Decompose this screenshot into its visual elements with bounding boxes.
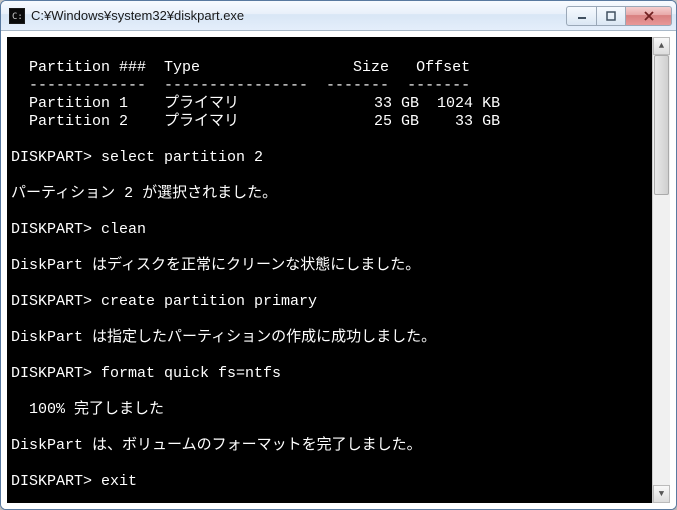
console-line: ------------- ---------------- ------- -…: [11, 77, 652, 95]
console-line: DISKPART> create partition primary: [11, 293, 652, 311]
scroll-thumb[interactable]: [654, 55, 669, 195]
console-line: [11, 167, 652, 185]
console-line: [11, 455, 652, 473]
console-line: DISKPART> exit: [11, 473, 652, 491]
console-line: [11, 347, 652, 365]
console-line: Partition ### Type Size Offset: [11, 59, 652, 77]
console-line: Partition 2 プライマリ 25 GB 33 GB: [11, 113, 652, 131]
console-line: [11, 275, 652, 293]
console-line: DISKPART> select partition 2: [11, 149, 652, 167]
svg-text:C:: C:: [12, 12, 23, 22]
console-line: パーティション 2 が選択されました。: [11, 185, 652, 203]
window-controls: [566, 6, 672, 26]
scroll-up-button[interactable]: ▲: [653, 37, 670, 55]
console-line: DiskPart はディスクを正常にクリーンな状態にしました。: [11, 257, 652, 275]
console-output[interactable]: Partition ### Type Size Offset ---------…: [7, 37, 652, 503]
console-line: 100% 完了しました: [11, 401, 652, 419]
console-icon: C:: [9, 8, 25, 24]
console-line: [11, 41, 652, 59]
window-frame: C: C:¥Windows¥system32¥diskpart.exe Part…: [0, 0, 677, 510]
console-line: DISKPART> format quick fs=ntfs: [11, 365, 652, 383]
console-line: [11, 311, 652, 329]
console-line: [11, 239, 652, 257]
maximize-button[interactable]: [596, 6, 626, 26]
console-line: DISKPART> clean: [11, 221, 652, 239]
vertical-scrollbar[interactable]: ▲ ▼: [652, 37, 670, 503]
scroll-track[interactable]: [653, 55, 670, 485]
close-button[interactable]: [626, 6, 672, 26]
console-line: [11, 203, 652, 221]
console-line: Partition 1 プライマリ 33 GB 1024 KB: [11, 95, 652, 113]
client-area: Partition ### Type Size Offset ---------…: [1, 31, 676, 509]
console-line: [11, 383, 652, 401]
console-line: DiskPart は指定したパーティションの作成に成功しました。: [11, 329, 652, 347]
console-line: DiskPart は、ボリュームのフォーマットを完了しました。: [11, 437, 652, 455]
scroll-down-button[interactable]: ▼: [653, 485, 670, 503]
minimize-button[interactable]: [566, 6, 596, 26]
console-line: [11, 419, 652, 437]
titlebar[interactable]: C: C:¥Windows¥system32¥diskpart.exe: [1, 1, 676, 31]
window-title: C:¥Windows¥system32¥diskpart.exe: [31, 8, 566, 23]
console-line: [11, 131, 652, 149]
